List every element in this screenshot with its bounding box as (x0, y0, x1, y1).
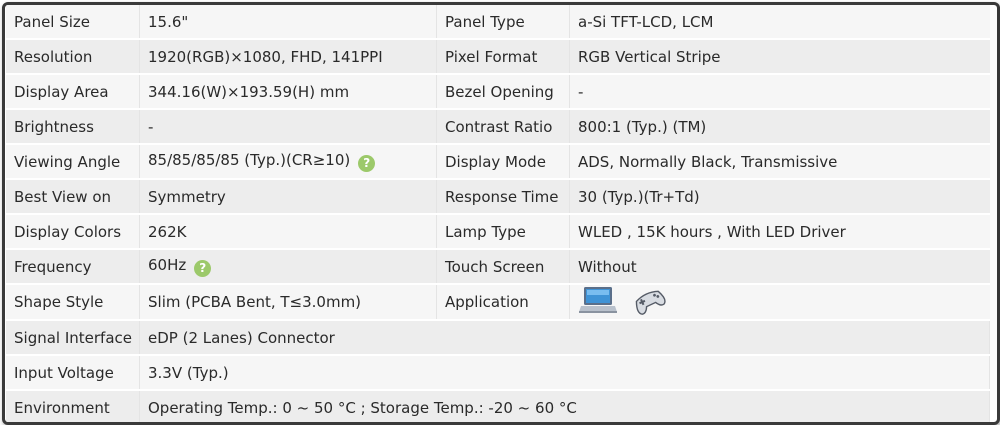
table-row: Display Area 344.16(W)×193.59(H) mm Beze… (6, 74, 990, 110)
spec-value-cell: 85/85/85/85 (Typ.)(CR≥10)? (139, 144, 437, 180)
laptop-icon[interactable] (578, 285, 618, 318)
spec-value: Symmetry (139, 179, 437, 215)
spec-label: Panel Type (436, 5, 570, 40)
spec-value: - (139, 109, 437, 145)
spec-label: Resolution (6, 39, 140, 75)
spec-value: Slim (PCBA Bent, T≤3.0mm) (139, 284, 437, 321)
spec-value: eDP (2 Lanes) Connector (139, 320, 990, 356)
spec-label: Environment (6, 390, 140, 422)
table-row: Panel Size 15.6" Panel Type a-Si TFT-LCD… (6, 5, 990, 40)
spec-label: Response Time (436, 179, 570, 215)
spec-label: Shape Style (6, 284, 140, 321)
spec-value: Without (569, 249, 990, 285)
table-row: Input Voltage 3.3V (Typ.) (6, 355, 990, 391)
spec-table-frame: Panel Size 15.6" Panel Type a-Si TFT-LCD… (2, 2, 1000, 425)
spec-label: Display Mode (436, 144, 570, 180)
spec-label: Best View on (6, 179, 140, 215)
spec-value: Operating Temp.: 0 ~ 50 °C ; Storage Tem… (139, 390, 990, 422)
spec-label: Bezel Opening (436, 74, 570, 110)
spec-label: Viewing Angle (6, 144, 140, 180)
spec-value: 800:1 (Typ.) (TM) (569, 109, 990, 145)
spec-label: Lamp Type (436, 214, 570, 250)
application-icons (569, 284, 990, 321)
question-circle-icon[interactable]: ? (194, 260, 212, 277)
spec-value: ADS, Normally Black, Transmissive (569, 144, 990, 180)
gamepad-icon[interactable] (631, 285, 667, 318)
table-row: Signal Interface eDP (2 Lanes) Connector (6, 320, 990, 356)
spec-value: 262K (139, 214, 437, 250)
spec-value: a-Si TFT-LCD, LCM (569, 5, 990, 40)
spec-label: Touch Screen (436, 249, 570, 285)
spec-value: - (569, 74, 990, 110)
spec-label: Frequency (6, 249, 140, 285)
spec-value-cell: 60Hz? (139, 249, 437, 285)
spec-label: Contrast Ratio (436, 109, 570, 145)
spec-value: 3.3V (Typ.) (139, 355, 990, 391)
spec-label: Signal Interface (6, 320, 140, 356)
spec-value: 15.6" (139, 5, 437, 40)
table-row: Environment Operating Temp.: 0 ~ 50 °C ;… (6, 390, 990, 422)
table-row: Display Colors 262K Lamp Type WLED , 15K… (6, 214, 990, 250)
spec-label: Panel Size (6, 5, 140, 40)
spec-label: Brightness (6, 109, 140, 145)
table-row: Frequency 60Hz? Touch Screen Without (6, 249, 990, 285)
spec-label: Pixel Format (436, 39, 570, 75)
spec-value: 1920(RGB)×1080, FHD, 141PPI (139, 39, 437, 75)
spec-table: Panel Size 15.6" Panel Type a-Si TFT-LCD… (6, 5, 990, 422)
spec-value: 85/85/85/85 (Typ.)(CR≥10) (148, 151, 351, 169)
spec-label: Display Colors (6, 214, 140, 250)
table-row: Best View on Symmetry Response Time 30 (… (6, 179, 990, 215)
table-row: Brightness - Contrast Ratio 800:1 (Typ.)… (6, 109, 990, 145)
table-row: Viewing Angle 85/85/85/85 (Typ.)(CR≥10)?… (6, 144, 990, 180)
spec-value: RGB Vertical Stripe (569, 39, 990, 75)
spec-value: 30 (Typ.)(Tr+Td) (569, 179, 990, 215)
spec-label: Display Area (6, 74, 140, 110)
question-circle-icon[interactable]: ? (358, 155, 376, 172)
spec-value: 60Hz (148, 256, 187, 274)
table-row: Resolution 1920(RGB)×1080, FHD, 141PPI P… (6, 39, 990, 75)
spec-label: Input Voltage (6, 355, 140, 391)
table-row: Shape Style Slim (PCBA Bent, T≤3.0mm) Ap… (6, 284, 990, 321)
spec-value: WLED , 15K hours , With LED Driver (569, 214, 990, 250)
spec-label: Application (436, 284, 570, 321)
spec-value: 344.16(W)×193.59(H) mm (139, 74, 437, 110)
